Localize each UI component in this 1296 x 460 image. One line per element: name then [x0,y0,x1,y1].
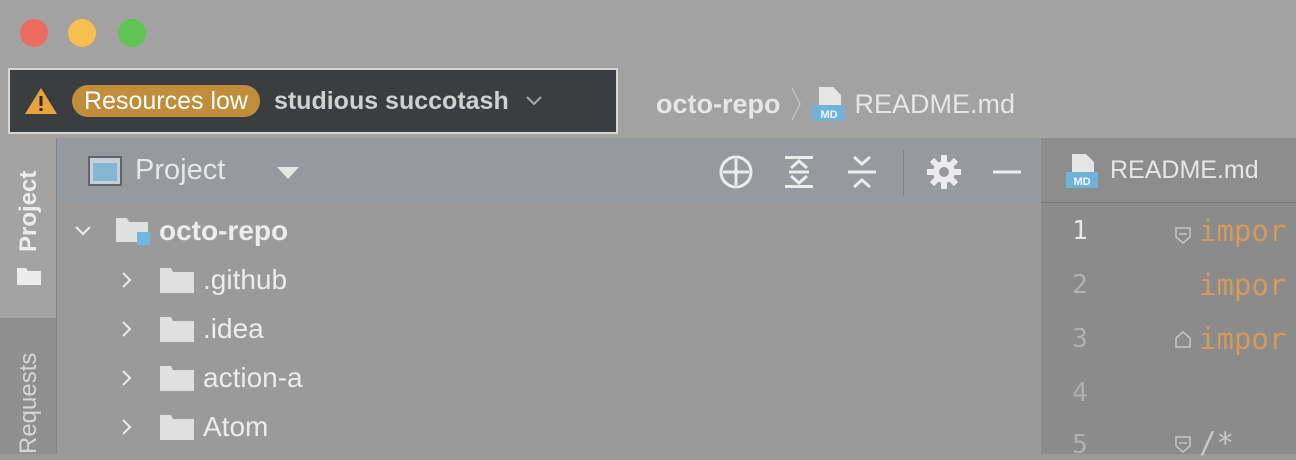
minimize-icon[interactable] [987,152,1027,192]
folder-icon [160,317,194,342]
locate-crosshair-icon[interactable] [716,152,756,192]
tree-item-label: octo-repo [159,215,289,246]
tree-item[interactable]: Atom [117,403,268,451]
fold-marker-icon[interactable] [1173,434,1193,454]
zoom-window-button[interactable] [118,19,146,47]
tree-item-label: Atom [203,411,269,442]
line-number: 3 [1072,324,1088,354]
breadcrumb-file[interactable]: README.md [855,89,1016,120]
sidebar-tab-project-label: Project [15,170,42,252]
folder-icon [160,268,194,293]
code-line: /* [1199,426,1234,460]
close-window-button[interactable] [20,19,48,47]
expand-all-icon[interactable] [779,152,819,192]
gear-icon[interactable] [924,152,964,192]
chevron-down-icon[interactable] [73,221,93,241]
code-line: impor [1199,214,1287,248]
project-view-icon [88,156,122,186]
folder-icon [160,415,194,440]
chevron-down-icon[interactable] [276,166,300,180]
fold-marker-icon[interactable] [1173,330,1193,350]
code-line: impor [1199,268,1287,302]
tree-item-label: .idea [203,313,264,344]
code-line: impor [1199,322,1287,356]
line-number: 1 [1072,216,1088,246]
toolbar-divider [903,150,904,196]
folder-icon [17,268,41,285]
tree-item-label: .github [203,264,288,295]
tree-item-root[interactable]: octo-repo [73,207,288,255]
tree-item-label: action-a [203,362,303,393]
project-panel-title[interactable]: Project [135,154,225,187]
tree-item[interactable]: .github [117,256,287,304]
line-number: 4 [1072,378,1088,408]
chevron-right-icon[interactable] [117,417,137,437]
chevron-right-icon[interactable] [117,368,137,388]
fold-marker-icon[interactable] [1173,225,1193,245]
svg-text:MD: MD [1073,176,1090,188]
module-folder-icon [116,218,150,245]
warning-triangle-icon [25,88,57,114]
breadcrumb-root[interactable]: octo-repo [656,89,781,120]
line-number: 5 [1072,430,1088,460]
project-name: studious succotash [273,86,509,115]
markdown-file-icon: MD [812,87,845,121]
breadcrumb-separator-icon [790,87,801,121]
chevron-right-icon[interactable] [117,319,137,339]
folder-icon [160,366,194,391]
chevron-down-icon[interactable] [525,95,543,107]
resources-low-badge: Resources low [72,85,260,117]
minimize-window-button[interactable] [68,19,96,47]
editor-tab-readme[interactable]: README.md [1110,156,1259,185]
svg-text:MD: MD [820,109,837,121]
project-tree: octo-repo .github .idea action-a Atom [57,204,1040,454]
markdown-file-icon: MD [1066,154,1098,188]
breadcrumb: octo-repo MD README.md [656,84,1015,124]
project-widget[interactable]: Resources low studious succotash [8,68,618,134]
tree-item[interactable]: .idea [117,305,264,353]
chevron-right-icon[interactable] [117,270,137,290]
collapse-all-icon[interactable] [842,152,882,192]
tree-item[interactable]: action-a [117,354,303,402]
sidebar-tab-requests[interactable]: Requests [15,353,43,454]
line-number: 2 [1072,270,1088,300]
